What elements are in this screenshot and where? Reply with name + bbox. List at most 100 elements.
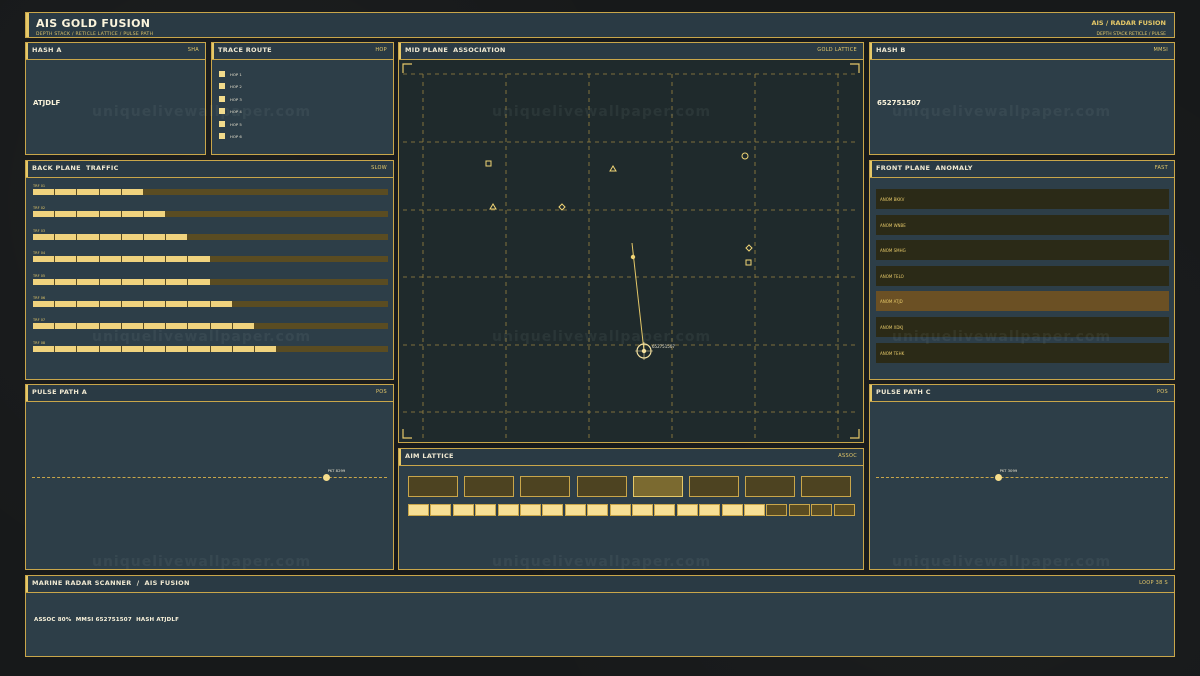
hop-label: HOP 3 — [230, 97, 242, 102]
traffic-segment — [143, 278, 166, 285]
traffic-segment — [99, 233, 121, 240]
lattice-segment — [475, 504, 497, 516]
traffic-segment — [210, 345, 232, 352]
lattice-segment — [811, 504, 833, 516]
panel-title: BACK PLANE TRAFFIC — [32, 164, 119, 172]
anomaly-label: ANOM ATJD — [880, 299, 903, 305]
panel-title: MARINE RADAR SCANNER / AIS FUSION — [32, 579, 190, 587]
traffic-segment — [121, 278, 143, 285]
traffic-segment — [121, 256, 143, 263]
lattice-segment — [520, 504, 541, 516]
lattice-segment — [676, 504, 698, 516]
anomaly-label: ANOM SMHG — [880, 248, 906, 254]
lattice-segment — [452, 504, 474, 516]
panel-title: MID PLANE ASSOCIATION — [405, 46, 506, 54]
traffic-row: TRF 01 — [33, 184, 388, 196]
checkbox-icon[interactable] — [219, 108, 225, 114]
lattice-cell[interactable] — [632, 476, 683, 497]
panel-tag: ASSOC — [838, 453, 857, 459]
traffic-segment — [33, 233, 55, 240]
anomaly-item[interactable]: ANOM XDKJ — [876, 317, 1169, 337]
lattice-segment — [497, 504, 519, 516]
panel-tag: POS — [375, 389, 387, 395]
traffic-segment — [143, 256, 166, 263]
traffic-row: TRF 06 — [33, 296, 388, 308]
traffic-segment — [33, 189, 55, 195]
traffic-segment — [55, 211, 77, 218]
anomaly-item[interactable]: ANOM TELO — [876, 265, 1169, 286]
checkbox-icon[interactable] — [219, 71, 225, 77]
anomaly-item[interactable]: ANOM WNBE — [876, 214, 1169, 235]
checkbox-icon[interactable] — [219, 133, 225, 139]
panel-tag: SLOW — [371, 165, 387, 171]
panel-header: HASH B MMSI — [870, 43, 1174, 60]
traffic-segment — [77, 256, 99, 263]
lattice-segment — [654, 504, 676, 516]
panel-title: AIM LATTICE — [405, 452, 454, 460]
anomaly-label: ANOM TEHK — [880, 350, 905, 356]
lattice-segment — [721, 504, 743, 516]
traffic-segment — [188, 345, 210, 352]
lattice-cell[interactable] — [464, 476, 515, 497]
lattice-segment — [788, 504, 810, 516]
traffic-row: TRF 02 — [33, 206, 388, 218]
traffic-segment — [33, 256, 55, 263]
traffic-segment — [166, 233, 188, 240]
traffic-segment — [166, 323, 188, 330]
traffic-segment — [99, 345, 121, 352]
pulse-track — [876, 477, 1168, 478]
lattice-cell[interactable] — [745, 476, 796, 497]
anomaly-label: ANOM WNBE — [880, 222, 906, 228]
traffic-segment — [166, 301, 188, 307]
panel-header: PULSE PATH C POS — [870, 385, 1174, 402]
hash-a-panel: HASH A SHA ATJDLF — [25, 42, 206, 155]
lattice-cell[interactable] — [520, 476, 571, 497]
panel-title: HASH B — [876, 46, 906, 54]
traffic-segment — [55, 189, 77, 195]
traffic-segment — [99, 211, 121, 218]
traffic-segment — [55, 323, 77, 330]
lattice-segment — [408, 504, 429, 516]
radar-scope[interactable]: 652751507 — [399, 60, 863, 442]
traffic-row-label: TRF 08 — [33, 340, 46, 345]
panel-title: HASH A — [32, 46, 62, 54]
traffic-segment — [55, 301, 77, 307]
anomaly-item[interactable]: ANOM BKKV — [876, 189, 1169, 209]
pulse-label: PKT 3099 — [999, 468, 1018, 473]
lattice-cell[interactable] — [408, 476, 458, 497]
lattice-cell[interactable] — [689, 476, 739, 497]
traffic-row-label: TRF 05 — [33, 273, 46, 278]
traffic-row: TRF 04 — [33, 251, 388, 263]
lattice-segment — [609, 504, 631, 516]
pulse-marker[interactable] — [995, 474, 1003, 481]
anomaly-item[interactable]: ANOM SMHG — [876, 240, 1169, 261]
panel-header: AIM LATTICE ASSOC — [399, 449, 863, 466]
traffic-row-label: TRF 06 — [33, 296, 46, 300]
traffic-segment — [143, 301, 166, 307]
traffic-segment — [77, 233, 99, 240]
traffic-segment — [77, 211, 99, 218]
traffic-row-label: TRF 04 — [33, 251, 46, 256]
checkbox-icon[interactable] — [219, 121, 225, 127]
traffic-segment — [33, 301, 55, 307]
traffic-segment — [55, 256, 77, 263]
lattice-cell[interactable] — [576, 476, 627, 497]
anomaly-label: ANOM XDKJ — [880, 325, 904, 330]
anomaly-item[interactable]: ANOM TEHK — [876, 342, 1169, 363]
traffic-segment — [188, 323, 210, 330]
traffic-segment — [77, 301, 99, 307]
traffic-segment — [99, 256, 121, 263]
pulse-marker[interactable] — [323, 474, 331, 481]
traffic-segment — [121, 233, 143, 240]
panel-header: PULSE PATH A POS — [26, 385, 393, 402]
traffic-row-label: TRF 03 — [33, 228, 46, 233]
lattice-cell[interactable] — [801, 476, 852, 497]
checkbox-icon[interactable] — [219, 83, 225, 89]
traffic-segment — [33, 345, 55, 352]
traffic-segment — [77, 345, 99, 352]
target-label: 652751507 — [652, 344, 675, 349]
checkbox-icon[interactable] — [219, 96, 225, 102]
anomaly-item[interactable]: ANOM ATJD — [876, 291, 1169, 312]
radar-panel: MID PLANE ASSOCIATION GOLD LATTICE 65275… — [398, 42, 864, 443]
traffic-segment — [232, 345, 254, 352]
